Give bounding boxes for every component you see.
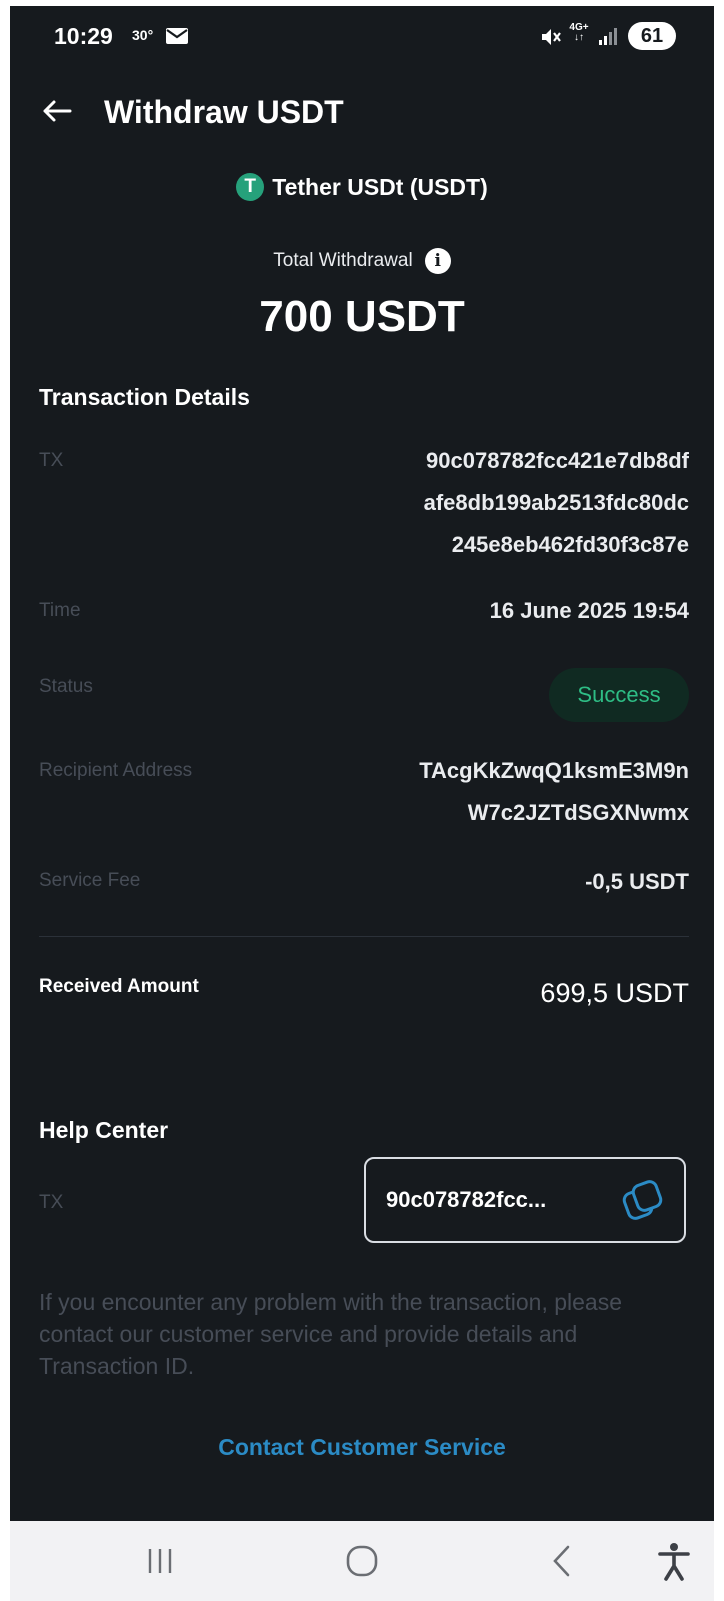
- transaction-details-title: Transaction Details: [39, 384, 250, 410]
- info-icon[interactable]: i: [424, 248, 451, 274]
- copy-icon[interactable]: [620, 1177, 664, 1223]
- coin-name: Tether USDt (USDT): [272, 173, 488, 200]
- total-withdrawal-row: Total Withdrawal i: [10, 246, 714, 276]
- help-note: If you encounter any problem with the tr…: [39, 1289, 623, 1379]
- battery-level: 61: [640, 24, 664, 47]
- service-fee-label: Service Fee: [39, 870, 141, 891]
- tx-short-value: 90c078782fcc...: [386, 1187, 547, 1212]
- status-label: Status: [39, 676, 93, 697]
- tx-hash-value: 90c078782fcc421e7db8df afe8db199ab2513fd…: [423, 448, 689, 557]
- accessibility-icon[interactable]: [652, 1539, 696, 1583]
- contact-customer-service-link[interactable]: Contact Customer Service: [10, 1434, 714, 1461]
- back-arrow-icon[interactable]: [40, 94, 74, 128]
- mute-icon: [542, 29, 561, 45]
- time-value: 16 June 2025 19:54: [489, 598, 689, 623]
- total-withdrawal-label: Total Withdrawal: [273, 250, 413, 271]
- system-navigation-bar: [10, 1521, 714, 1601]
- coin-row: T Tether USDt (USDT): [10, 170, 714, 204]
- total-withdrawal-amount: 700 USDT: [259, 292, 465, 341]
- status-temperature: 30°: [132, 27, 154, 43]
- time-label: Time: [39, 600, 81, 621]
- help-tx-label: TX: [39, 1192, 64, 1213]
- back-icon[interactable]: [540, 1539, 584, 1583]
- withdraw-detail-screen: 10:29 30° 4G+ ↓↑ 61 Withdraw USDT T Teth…: [10, 6, 714, 1521]
- data-arrows-icon: ↓↑: [574, 32, 584, 43]
- received-amount-label: Received Amount: [39, 976, 199, 997]
- battery-icon: 61: [628, 22, 676, 50]
- recipient-address-value: TAcgKkZwqQ1ksmE3M9n W7c2JZTdSGXNwmx: [419, 758, 689, 825]
- tx-label: TX: [39, 450, 64, 471]
- service-fee-value: -0,5 USDT: [585, 869, 689, 894]
- help-center-title: Help Center: [39, 1117, 169, 1143]
- network-indicator: 4G+ ↓↑: [569, 22, 589, 43]
- divider: [39, 936, 689, 937]
- signal-icon: [599, 28, 617, 45]
- received-amount-value: 699,5 USDT: [540, 978, 689, 1008]
- tether-icon: T: [236, 173, 265, 201]
- recent-apps-icon[interactable]: [138, 1539, 182, 1583]
- status-bar: 10:29 30° 4G+ ↓↑ 61: [10, 6, 714, 68]
- home-icon[interactable]: [340, 1539, 384, 1583]
- recipient-address-label: Recipient Address: [39, 760, 193, 781]
- page-title: Withdraw USDT: [104, 94, 344, 130]
- mail-icon: [166, 28, 188, 44]
- status-badge: Success: [549, 668, 689, 722]
- copy-tx-button[interactable]: 90c078782fcc...: [364, 1157, 686, 1243]
- status-time: 10:29: [54, 23, 113, 49]
